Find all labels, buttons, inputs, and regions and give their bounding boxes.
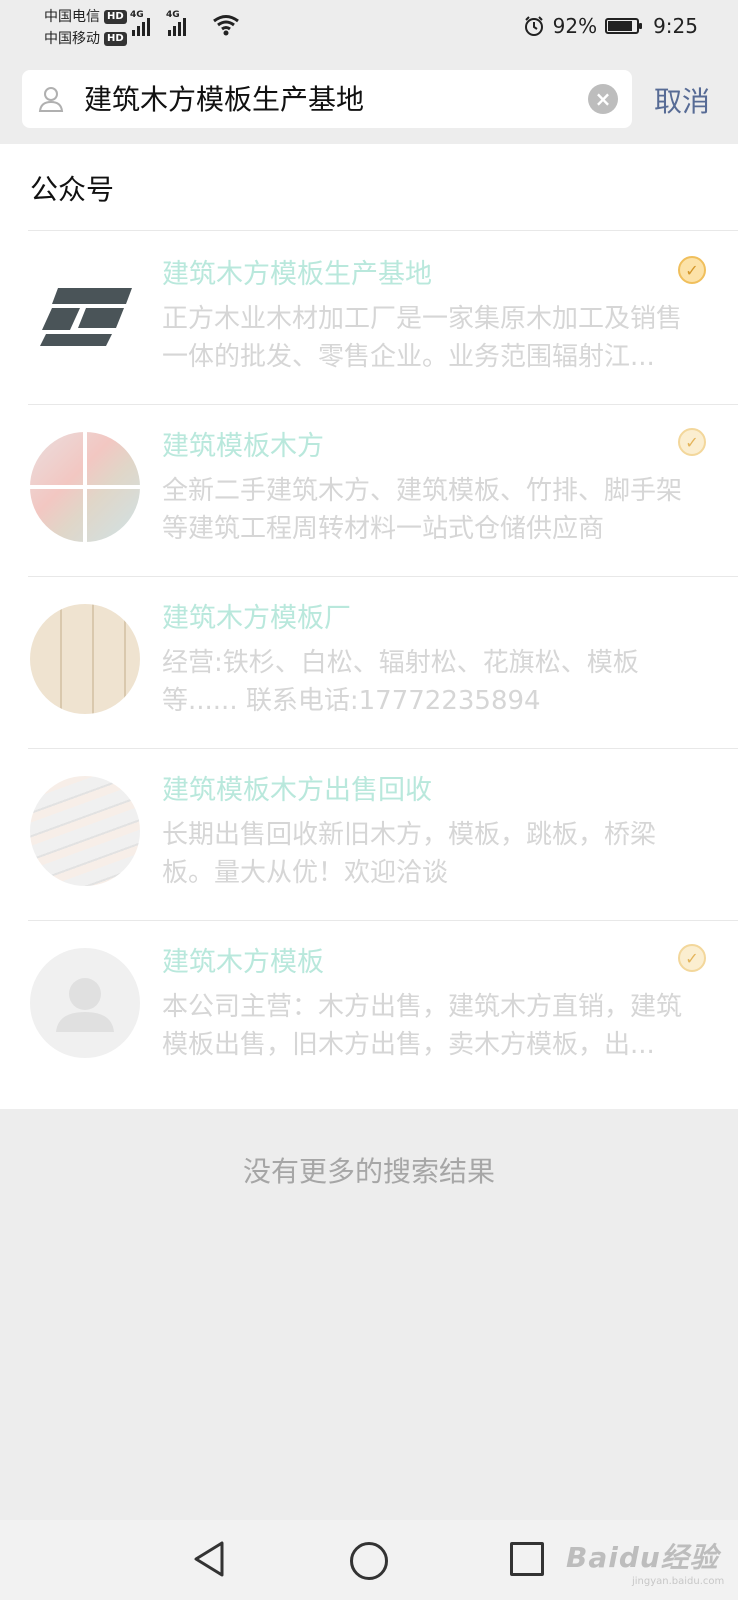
wifi-icon	[213, 15, 239, 36]
result-description: 本公司主营：木方出售，建筑木方直销，建筑模板出售，旧木方出售，卖木方模板，出..…	[162, 992, 683, 1060]
status-right: 92% 9:25	[523, 14, 698, 38]
alarm-icon	[524, 16, 543, 36]
avatar	[30, 776, 140, 886]
list-item[interactable]: 建筑模板木方出售回收 长期出售回收新旧木方，模板，跳板，桥梁板。量大从优！欢迎洽…	[0, 746, 738, 921]
status-bar: 中国电信 HD 中国移动 HD 4G 4G 92% 9:25	[0, 0, 738, 58]
results-panel: 公众号 建筑木方模板生产基地 ✓ 正方木业木材加工厂是一家集原木加工及销售一体的…	[0, 144, 738, 1109]
company-logo-icon	[40, 288, 132, 346]
result-title: 建筑木方模板	[162, 947, 324, 978]
recent-apps-icon[interactable]	[510, 1542, 544, 1576]
list-item[interactable]: 建筑木方模板厂 经营:铁杉、白松、辐射松、花旗松、模板等...... 联系电话:…	[0, 574, 738, 749]
no-more-results: 没有更多的搜索结果	[242, 1155, 495, 1188]
result-title: 建筑模板木方出售回收	[162, 775, 432, 806]
hd-badge-1: HD	[104, 10, 127, 24]
navigation-bar: Baidu经验 jingyan.baidu.com	[0, 1520, 738, 1600]
result-title: 建筑木方模板厂	[162, 603, 351, 634]
result-description: 经营:铁杉、白松、辐射松、花旗松、模板等...... 联系电话:17772235…	[162, 648, 639, 716]
battery-percent: 92%	[552, 14, 598, 38]
watermark-url: jingyan.baidu.com	[632, 1576, 725, 1587]
clock-time: 9:25	[653, 14, 698, 38]
search-box[interactable]: ×	[22, 70, 632, 130]
avatar	[30, 432, 140, 542]
carrier-1-label: 中国电信	[44, 9, 100, 25]
search-input[interactable]	[82, 70, 606, 130]
signal-indicators: 4G 4G	[130, 10, 186, 36]
result-description: 全新二手建筑木方、建筑模板、竹排、脚手架等建筑工程周转材料一站式仓储供应商	[162, 476, 683, 544]
battery-icon	[605, 18, 643, 34]
list-item[interactable]: 建筑木方模板 ✓ 本公司主营：木方出售，建筑木方直销，建筑模板出售，旧木方出售，…	[0, 918, 738, 1093]
hd-badge-2: HD	[104, 32, 127, 46]
clear-search-button[interactable]: ×	[588, 84, 618, 114]
result-title: 建筑木方模板生产基地	[162, 259, 432, 290]
section-title: 公众号	[30, 173, 115, 206]
search-bar: × 取消	[0, 58, 738, 144]
verified-badge-icon: ✓	[678, 256, 706, 284]
result-title: 建筑模板木方	[162, 431, 324, 462]
carrier-2-label: 中国移动	[44, 31, 100, 47]
signal-1-icon: 4G	[130, 10, 150, 36]
avatar	[30, 604, 140, 714]
avatar	[30, 948, 140, 1058]
default-avatar-icon	[56, 978, 114, 1032]
list-item[interactable]: 建筑模板木方 ✓ 全新二手建筑木方、建筑模板、竹排、脚手架等建筑工程周转材料一站…	[0, 402, 738, 577]
official-account-icon	[38, 87, 64, 112]
back-icon[interactable]	[192, 1540, 226, 1578]
cancel-button[interactable]: 取消	[654, 80, 710, 120]
avatar	[30, 260, 140, 370]
list-item[interactable]: 建筑木方模板生产基地 ✓ 正方木业木材加工厂是一家集原木加工及销售一体的批发、零…	[0, 230, 738, 405]
result-description: 正方木业木材加工厂是一家集原木加工及销售一体的批发、零售企业。业务范围辐射江..…	[162, 304, 683, 372]
signal-2-icon: 4G	[166, 10, 186, 36]
verified-badge-icon: ✓	[678, 944, 706, 972]
home-icon[interactable]	[350, 1542, 388, 1580]
watermark-logo: Baidu经验	[566, 1541, 719, 1574]
carrier-info: 中国电信 HD 中国移动 HD	[44, 6, 127, 50]
verified-badge-icon: ✓	[678, 428, 706, 456]
close-icon: ×	[594, 87, 612, 111]
result-description: 长期出售回收新旧木方，模板，跳板，桥梁板。量大从优！欢迎洽谈	[162, 820, 657, 888]
